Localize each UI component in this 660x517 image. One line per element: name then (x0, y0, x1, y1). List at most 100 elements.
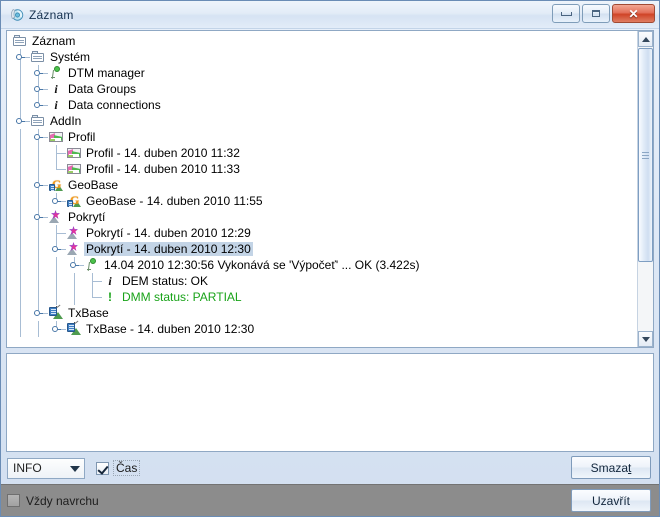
tree-connector-line (20, 193, 21, 209)
info-icon: i (108, 274, 112, 288)
tree-node[interactable]: i Data connections (9, 97, 637, 113)
tree-expand-handle[interactable] (52, 325, 61, 334)
tree-node-label: DTM manager (68, 66, 145, 80)
folder-icon (31, 50, 45, 64)
tree-node-label: TxBase - 14. duben 2010 12:30 (86, 322, 255, 336)
tree-vertical-scrollbar[interactable] (637, 31, 653, 347)
tree-connector-line (38, 145, 39, 161)
always-on-top-checkbox[interactable] (7, 494, 20, 507)
tree-connector-line (56, 169, 66, 170)
tree-collapse-handle[interactable] (34, 181, 43, 190)
close-dialog-button[interactable]: Uzavřít (571, 489, 651, 512)
tree-expand-handle[interactable] (52, 197, 61, 206)
tree-connector-line (92, 281, 102, 282)
tree-collapse-handle[interactable] (70, 261, 79, 270)
title-bar: Záznam ✕ (1, 1, 659, 29)
tree-node[interactable]: Profil (9, 129, 637, 145)
log-level-select[interactable]: INFO (7, 457, 85, 479)
tree-connector-line (20, 257, 21, 273)
pokryti-icon (49, 210, 63, 224)
tree-collapse-handle[interactable] (52, 245, 61, 254)
close-button[interactable]: ✕ (612, 4, 655, 23)
tree-expand-handle[interactable] (34, 85, 43, 94)
tree-expand-handle[interactable] (34, 101, 43, 110)
tree-connector-line (56, 153, 66, 154)
tree-node-label: Profil - 14. duben 2010 11:32 (86, 146, 240, 160)
tree-connector-line (92, 297, 102, 298)
tree-node[interactable]: ! DMM status: PARTIAL (9, 289, 637, 305)
tree-connector-line (74, 289, 75, 305)
tree-node-label: Profil - 14. duben 2010 11:33 (86, 162, 240, 176)
close-icon: ✕ (628, 6, 639, 21)
tree-node[interactable]: TxBase (9, 304, 637, 321)
tree-node[interactable]: TxBase - 14. duben 2010 12:30 (9, 320, 637, 337)
txbase-icon (67, 320, 81, 336)
tree-node[interactable]: i Data Groups (9, 81, 637, 97)
tree-collapse-handle[interactable] (34, 133, 43, 142)
scroll-up-button[interactable] (638, 31, 653, 47)
log-tree[interactable]: Záznam Systém DTM manager i Data Groups i Data… (7, 31, 637, 347)
tree-connector-line (38, 289, 39, 305)
clear-button-mnemonic: t (628, 460, 632, 475)
tree-node[interactable]: AddIn (9, 113, 637, 129)
tree-node[interactable]: G GeoBase - 14. duben 2010 11:55 (9, 193, 637, 209)
tree-node[interactable]: Profil - 14. duben 2010 11:32 (9, 145, 637, 161)
clear-button[interactable]: Smaza t (571, 456, 651, 479)
txbase-icon (49, 304, 63, 320)
scrollbar-thumb[interactable] (638, 48, 653, 262)
tree-node[interactable]: Systém (9, 49, 637, 65)
tree-collapse-handle[interactable] (16, 117, 25, 126)
tree-expand-handle[interactable] (34, 69, 43, 78)
window-controls: ✕ (552, 4, 655, 23)
tree-node[interactable]: 14.04 2010 12:30:56 Vykonává se 'Výpočeť… (9, 257, 637, 273)
maximize-button[interactable] (582, 4, 610, 23)
tree-node[interactable]: DTM manager (9, 65, 637, 81)
minimize-icon (560, 11, 572, 16)
tree-connector-line (38, 273, 39, 289)
tree-node-label: Pokrytí - 14. duben 2010 12:29 (86, 226, 251, 240)
log-window: Záznam ✕ Záznam Systém DTM manager i Data Gr… (0, 0, 660, 517)
tree-node-label: 14.04 2010 12:30:56 Vykonává se 'Výpočeť… (104, 258, 420, 272)
maximize-icon (592, 10, 600, 17)
info-icon: i (54, 98, 58, 112)
scrollbar-grip-icon (642, 150, 649, 161)
tree-node-label: Profil (68, 130, 96, 144)
scroll-down-button[interactable] (638, 331, 653, 347)
tree-collapse-handle[interactable] (34, 309, 43, 318)
tree-connector-line (20, 305, 21, 321)
time-checkbox-group[interactable]: Čas (96, 460, 141, 476)
controls-bar: INFO Čas Smaza t (1, 452, 659, 484)
tree-collapse-handle[interactable] (16, 53, 25, 62)
scroll-down-arrow-icon (641, 336, 650, 342)
tree-node[interactable]: Pokrytí - 14. duben 2010 12:30 (9, 241, 637, 257)
tree-node-label: DEM status: OK (122, 274, 209, 288)
tree-node[interactable]: i DEM status: OK (9, 273, 637, 289)
tree-connector-line (20, 65, 21, 81)
minimize-button[interactable] (552, 4, 580, 23)
tree-connector-line (56, 289, 57, 305)
tree-node-label: Data Groups (68, 82, 137, 96)
tree-connector-line (38, 257, 39, 273)
time-checkbox[interactable] (96, 461, 109, 475)
log-tree-panel: Záznam Systém DTM manager i Data Groups i Data… (6, 30, 654, 348)
tree-collapse-handle[interactable] (34, 213, 43, 222)
tree-node[interactable]: Profil - 14. duben 2010 11:33 (9, 161, 637, 177)
tree-connector-line (38, 241, 39, 257)
tree-connector-line (20, 225, 21, 241)
message-detail-area[interactable] (6, 353, 654, 452)
tree-node[interactable]: G GeoBase (9, 177, 637, 193)
folder-icon (13, 34, 27, 48)
tree-connector-line (56, 161, 57, 169)
profil-icon (49, 130, 63, 144)
tree-connector-line (38, 161, 39, 177)
tree-node-label: DMM status: PARTIAL (122, 290, 242, 304)
tree-node[interactable]: Pokrytí - 14. duben 2010 12:29 (9, 225, 637, 241)
tree-connector-line (20, 209, 21, 225)
time-checkbox-label: Čas (113, 460, 141, 476)
tree-connector-line (20, 273, 21, 289)
folder-icon (31, 114, 45, 128)
tree-node[interactable]: Pokrytí (9, 209, 637, 225)
tree-connector-line (20, 177, 21, 193)
tree-root-node[interactable]: Záznam (9, 33, 637, 49)
tree-connector-line (20, 161, 21, 177)
